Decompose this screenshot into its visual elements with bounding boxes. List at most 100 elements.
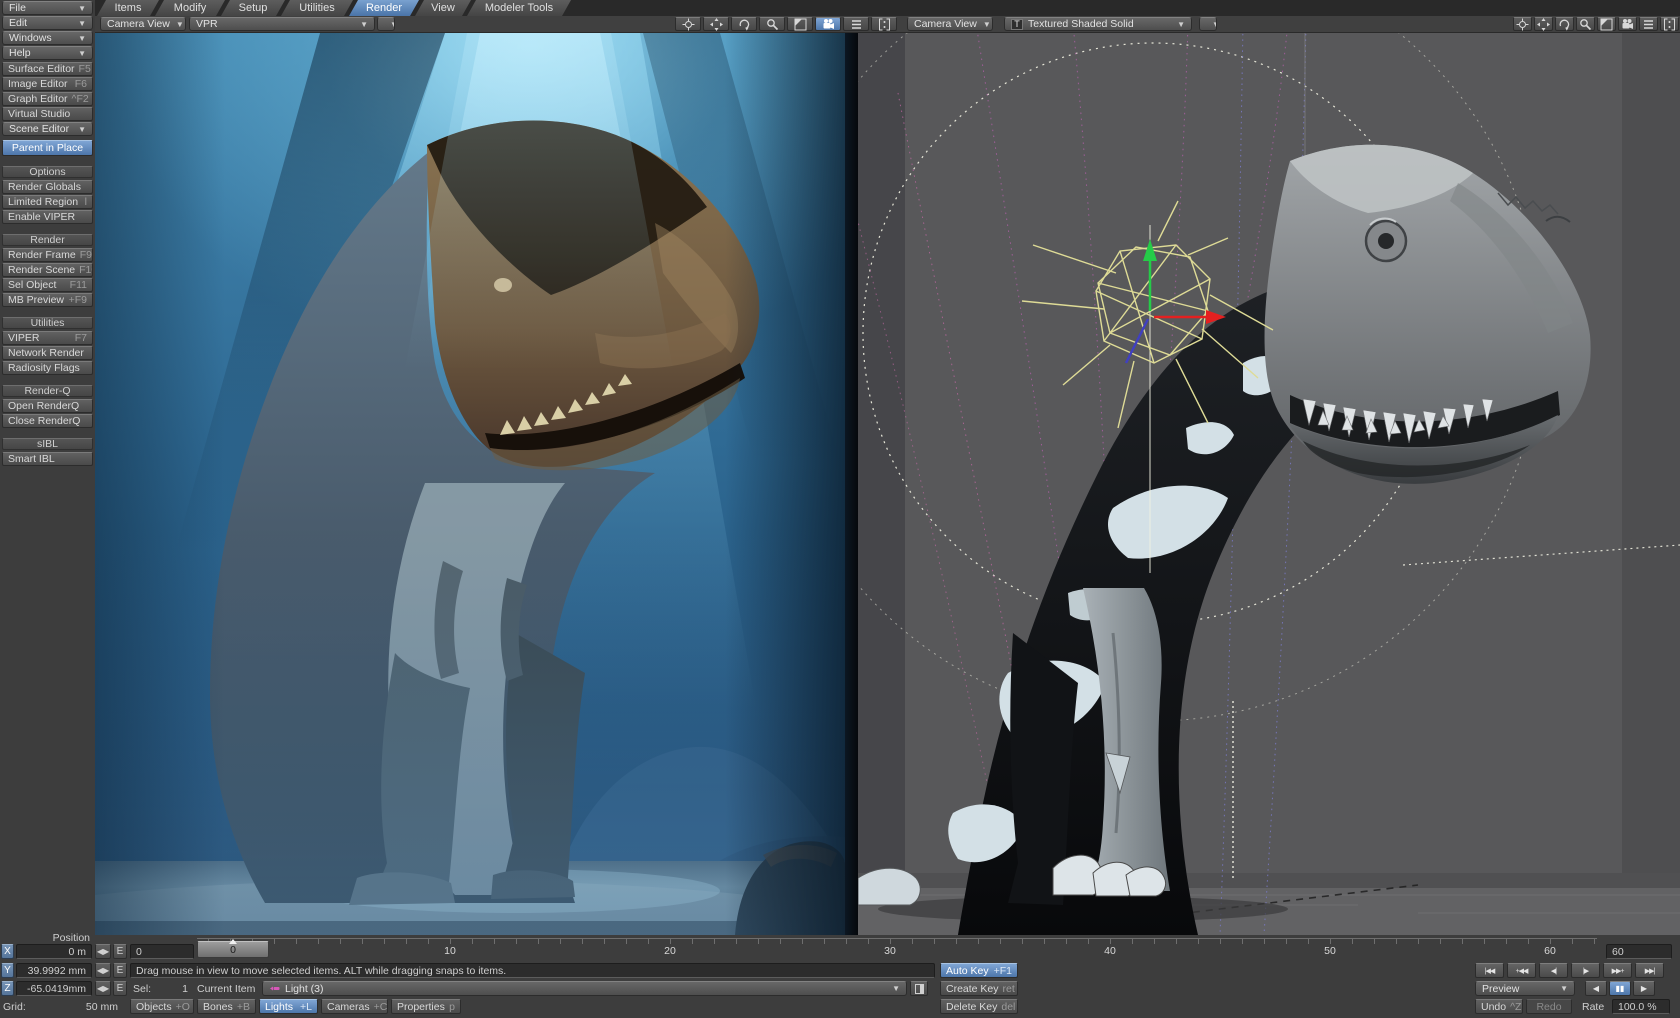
go-to-start-button[interactable]: |◀◀ xyxy=(1475,963,1504,978)
timeline-slider-handle[interactable]: 0 xyxy=(197,941,269,958)
mb-preview-button[interactable]: MB Preview+F9 xyxy=(2,293,93,307)
minmax-viewport-icon[interactable] xyxy=(787,17,813,31)
center-item-icon[interactable] xyxy=(675,17,701,31)
next-keyframe-button[interactable]: ▶▶+ xyxy=(1603,963,1632,978)
scene-editor-button[interactable]: Scene Editor▼ xyxy=(2,122,93,136)
z-axis-button[interactable]: Z xyxy=(1,981,14,996)
step-back-button[interactable]: ◀| xyxy=(1539,963,1568,978)
left-extra-dropdown[interactable]: ▼ xyxy=(377,17,395,31)
limited-region-button[interactable]: Limited Regionl xyxy=(2,195,93,209)
menu-help[interactable]: Help▼ xyxy=(2,46,93,60)
viewport-divider[interactable] xyxy=(845,33,858,935)
minmax-viewport-icon[interactable] xyxy=(1597,17,1616,31)
edit-cameras-button[interactable]: Cameras+C xyxy=(321,999,388,1014)
y-stepper[interactable]: ◀▶ xyxy=(95,963,111,978)
parent-in-place-button[interactable]: Parent in Place xyxy=(2,140,93,156)
x-axis-button[interactable]: X xyxy=(1,944,14,959)
end-frame-field[interactable]: 60 xyxy=(1606,944,1672,959)
rotate-view-icon[interactable] xyxy=(1555,17,1574,31)
rate-value-field[interactable]: 100.0 % xyxy=(1612,999,1670,1014)
left-view-type-dropdown[interactable]: Camera View▼ xyxy=(100,17,186,31)
virtual-studio-button[interactable]: Virtual Studio xyxy=(2,107,93,121)
x-value-field[interactable]: 0 m xyxy=(16,944,92,959)
pan-view-icon[interactable] xyxy=(1534,17,1553,31)
z-value-field[interactable]: -65.0419mm xyxy=(16,981,92,996)
menu-edit[interactable]: Edit▼ xyxy=(2,16,93,30)
camera-view-icon[interactable] xyxy=(1618,17,1637,31)
tab-render[interactable]: Render xyxy=(349,0,419,16)
tab-utilities[interactable]: Utilities xyxy=(281,0,353,16)
chevron-down-icon: ▼ xyxy=(72,4,86,13)
create-key-button[interactable]: Create Keyret xyxy=(940,981,1018,996)
hint-text-field: Drag mouse in view to move selected item… xyxy=(130,963,935,978)
x-envelope-button[interactable]: E xyxy=(113,944,127,959)
tab-items[interactable]: Items xyxy=(97,0,159,16)
play-reverse-button[interactable]: ◀ xyxy=(1585,981,1607,996)
auto-key-button[interactable]: Auto Key+F1 xyxy=(940,963,1018,978)
pan-view-icon[interactable] xyxy=(703,17,729,31)
sel-object-button[interactable]: Sel ObjectF11 xyxy=(2,278,93,292)
graph-editor-button[interactable]: Graph Editor^F2 xyxy=(2,92,93,106)
edit-lights-button[interactable]: Lights+L xyxy=(259,999,318,1014)
item-list-icon[interactable] xyxy=(1639,17,1658,31)
tab-modeler-tools[interactable]: Modeler Tools xyxy=(467,0,571,16)
smart-ibl-button[interactable]: Smart IBL xyxy=(2,452,93,466)
z-envelope-button[interactable]: E xyxy=(113,981,127,996)
current-frame-field[interactable]: 0 xyxy=(130,944,194,959)
tab-setup[interactable]: Setup xyxy=(221,0,285,16)
surface-editor-button[interactable]: Surface EditorF5 xyxy=(2,62,93,76)
prev-keyframe-button[interactable]: +◀◀ xyxy=(1507,963,1536,978)
viewport-right-shaded[interactable] xyxy=(858,33,1680,935)
image-editor-button[interactable]: Image EditorF6 xyxy=(2,77,93,91)
zoom-view-icon[interactable] xyxy=(759,17,785,31)
right-render-mode-dropdown[interactable]: TTextured Shaded Solid▼ xyxy=(1004,17,1192,31)
render-scene-button[interactable]: Render SceneF10 xyxy=(2,263,93,277)
dope-track-icon[interactable] xyxy=(871,17,897,31)
center-item-icon[interactable] xyxy=(1513,17,1532,31)
edit-objects-button[interactable]: Objects+O xyxy=(130,999,194,1014)
right-view-type-dropdown[interactable]: Camera View▼ xyxy=(907,17,993,31)
chevron-down-icon: ▼ xyxy=(1171,20,1185,29)
y-value-field[interactable]: 39.9992 mm xyxy=(16,963,92,978)
dope-track-icon[interactable] xyxy=(1660,17,1679,31)
tab-modify[interactable]: Modify xyxy=(155,0,225,16)
preview-dropdown[interactable]: Preview▼ xyxy=(1475,981,1575,996)
menu-file[interactable]: File▼ xyxy=(2,1,93,15)
open-renderq-button[interactable]: Open RenderQ xyxy=(2,399,93,413)
x-stepper[interactable]: ◀▶ xyxy=(95,944,111,959)
section-title-utilities: Utilities xyxy=(2,317,93,329)
viper-button[interactable]: VIPERF7 xyxy=(2,331,93,345)
menu-windows[interactable]: Windows▼ xyxy=(2,31,93,45)
properties-button[interactable]: Propertiesp xyxy=(391,999,461,1014)
undo-button[interactable]: Undo^Z xyxy=(1475,999,1523,1014)
pause-button[interactable]: ▮▮ xyxy=(1609,981,1631,996)
item-panel-button[interactable] xyxy=(910,981,928,996)
edit-bones-button[interactable]: Bones+B xyxy=(197,999,256,1014)
y-envelope-button[interactable]: E xyxy=(113,963,127,978)
z-stepper[interactable]: ◀▶ xyxy=(95,981,111,996)
camera-view-icon[interactable] xyxy=(815,17,841,31)
y-axis-button[interactable]: Y xyxy=(1,963,14,978)
right-extra-dropdown[interactable]: ▼ xyxy=(1199,17,1217,31)
close-renderq-button[interactable]: Close RenderQ xyxy=(2,414,93,428)
play-forward-button[interactable]: ▶ xyxy=(1633,981,1655,996)
viewport-left-vpr[interactable] xyxy=(95,33,845,935)
item-list-icon[interactable] xyxy=(843,17,869,31)
tab-view[interactable]: View xyxy=(415,0,471,16)
render-globals-button[interactable]: Render Globals xyxy=(2,180,93,194)
radiosity-flags-button[interactable]: Radiosity Flags xyxy=(2,361,93,375)
network-render-button[interactable]: Network Render xyxy=(2,346,93,360)
render-frame-button[interactable]: Render FrameF9 xyxy=(2,248,93,262)
enable-viper-button[interactable]: Enable VIPER xyxy=(2,210,93,224)
rotate-view-icon[interactable] xyxy=(731,17,757,31)
zoom-view-icon[interactable] xyxy=(1576,17,1595,31)
chevron-down-icon: ▼ xyxy=(72,34,86,43)
go-to-end-button[interactable]: ▶▶| xyxy=(1635,963,1664,978)
timeline-ruler[interactable]: 0 10 20 30 40 50 60 0 xyxy=(197,938,1597,960)
left-render-mode-dropdown[interactable]: VPR▼ xyxy=(189,17,375,31)
current-item-dropdown[interactable]: Light (3) ▼ xyxy=(262,981,907,996)
redo-button[interactable]: Redo xyxy=(1526,999,1572,1014)
delete-key-button[interactable]: Delete Keydel xyxy=(940,999,1018,1014)
step-forward-button[interactable]: |▶ xyxy=(1571,963,1600,978)
shaded-trex-model-view xyxy=(858,33,1680,935)
